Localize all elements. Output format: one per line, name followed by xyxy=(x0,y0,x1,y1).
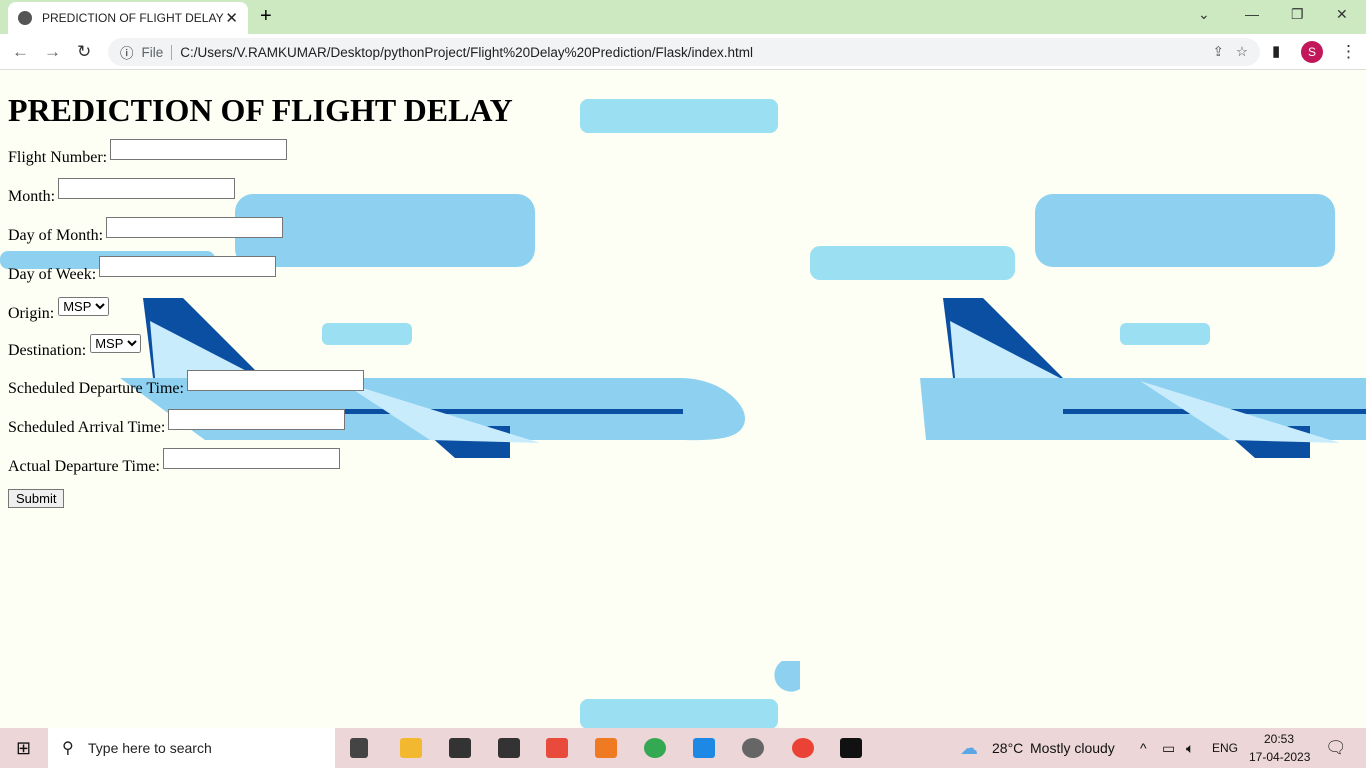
browser-tab[interactable]: PREDICTION OF FLIGHT DELAY ✕ xyxy=(8,2,248,34)
notifications-icon[interactable]: 🗨︎ xyxy=(1325,738,1347,758)
search-placeholder: Type here to search xyxy=(88,740,212,756)
weather-cloud-icon: ☁ xyxy=(960,737,978,758)
url-scheme: File xyxy=(142,44,173,60)
browser-toolbar: ← → ↻ ⓘ File C:/Users/V.RAMKUMAR/Desktop… xyxy=(0,34,1366,70)
scheduled-arrival-label: Scheduled Arrival Time: xyxy=(8,419,166,436)
battery-icon[interactable]: ▭ xyxy=(1162,740,1175,757)
camera-icon[interactable] xyxy=(498,738,520,758)
day-of-month-input[interactable] xyxy=(106,217,284,238)
tab-search-icon[interactable]: ⌄ xyxy=(1198,6,1210,23)
chrome-profile-icon[interactable] xyxy=(792,738,814,758)
search-icon: ⚲ xyxy=(62,740,74,757)
origin-select[interactable]: MSP xyxy=(58,297,110,316)
bookmark-star-icon[interactable]: ☆ xyxy=(1236,44,1248,60)
tab-bar: PREDICTION OF FLIGHT DELAY ✕ + ⌄ — ❐ ✕ xyxy=(0,0,1366,34)
actual-departure-label: Actual Departure Time: xyxy=(8,458,160,475)
menu-icon[interactable]: ⋮ xyxy=(1340,42,1357,62)
language-indicator[interactable]: ENG xyxy=(1212,741,1238,755)
forward-button[interactable]: → xyxy=(44,42,61,62)
origin-label: Origin: xyxy=(8,305,55,322)
share-icon[interactable]: ⇪ xyxy=(1213,44,1224,60)
scheduled-departure-label: Scheduled Departure Time: xyxy=(8,380,184,397)
vscode-icon[interactable] xyxy=(693,738,715,758)
scheduled-arrival-input[interactable] xyxy=(168,409,346,430)
url-text: C:/Users/V.RAMKUMAR/Desktop/pythonProjec… xyxy=(180,44,753,60)
tray-chevron-icon[interactable]: ^ xyxy=(1140,740,1147,756)
mail-icon[interactable] xyxy=(449,738,471,758)
flight-number-input[interactable] xyxy=(110,139,288,160)
destination-select[interactable]: MSP xyxy=(90,334,142,353)
clock-date[interactable]: 17-04-2023 xyxy=(1249,750,1310,764)
day-of-week-label: Day of Week: xyxy=(8,266,97,283)
day-of-month-label: Day of Month: xyxy=(8,227,104,244)
scheduled-departure-input[interactable] xyxy=(186,370,364,391)
flight-number-label: Flight Number: xyxy=(8,149,108,166)
terminal-icon[interactable] xyxy=(840,738,862,758)
anydesk-icon[interactable] xyxy=(546,738,568,758)
restore-button[interactable]: ❐ xyxy=(1291,6,1304,23)
whatsapp-icon[interactable] xyxy=(742,738,764,758)
tab-title: PREDICTION OF FLIGHT DELAY xyxy=(42,11,224,25)
weather-status[interactable]: Mostly cloudy xyxy=(1030,740,1115,756)
temperature[interactable]: 28°C xyxy=(992,740,1023,756)
destination-label: Destination: xyxy=(8,342,87,359)
actual-departure-input[interactable] xyxy=(162,448,340,469)
month-input[interactable] xyxy=(58,178,236,199)
close-window-button[interactable]: ✕ xyxy=(1336,6,1348,23)
globe-icon xyxy=(18,11,32,25)
side-panel-icon[interactable]: ▮ xyxy=(1272,42,1280,60)
windows-start-icon[interactable]: ⊞ xyxy=(16,738,31,759)
new-tab-button[interactable]: + xyxy=(260,5,272,28)
back-button[interactable]: ← xyxy=(12,42,29,62)
task-view-icon[interactable] xyxy=(350,738,368,758)
volume-icon[interactable]: 🔈︎ xyxy=(1186,740,1194,757)
minimize-button[interactable]: — xyxy=(1245,6,1259,22)
submit-button[interactable]: Submit xyxy=(8,489,65,508)
month-label: Month: xyxy=(8,188,56,205)
clock-time[interactable]: 20:53 xyxy=(1264,732,1294,746)
xampp-icon[interactable] xyxy=(595,738,617,758)
day-of-week-input[interactable] xyxy=(99,256,277,277)
profile-avatar[interactable]: S xyxy=(1301,41,1323,63)
file-explorer-icon[interactable] xyxy=(400,738,422,758)
flight-delay-form: PREDICTION OF FLIGHT DELAY Flight Number… xyxy=(8,91,513,536)
info-icon: ⓘ xyxy=(120,46,134,61)
reload-button[interactable]: ↻ xyxy=(77,42,91,62)
page-title: PREDICTION OF FLIGHT DELAY xyxy=(8,92,513,128)
page-content: PREDICTION OF FLIGHT DELAY Flight Number… xyxy=(0,71,1366,728)
chrome-icon[interactable] xyxy=(644,738,666,758)
taskbar: ⊞ ⚲ Type here to search ☁ 28°C Mostly cl… xyxy=(0,728,1366,768)
close-tab-icon[interactable]: ✕ xyxy=(225,9,238,27)
address-bar[interactable]: ⓘ File C:/Users/V.RAMKUMAR/Desktop/pytho… xyxy=(108,38,1260,66)
taskbar-search[interactable]: ⚲ Type here to search xyxy=(48,728,335,768)
